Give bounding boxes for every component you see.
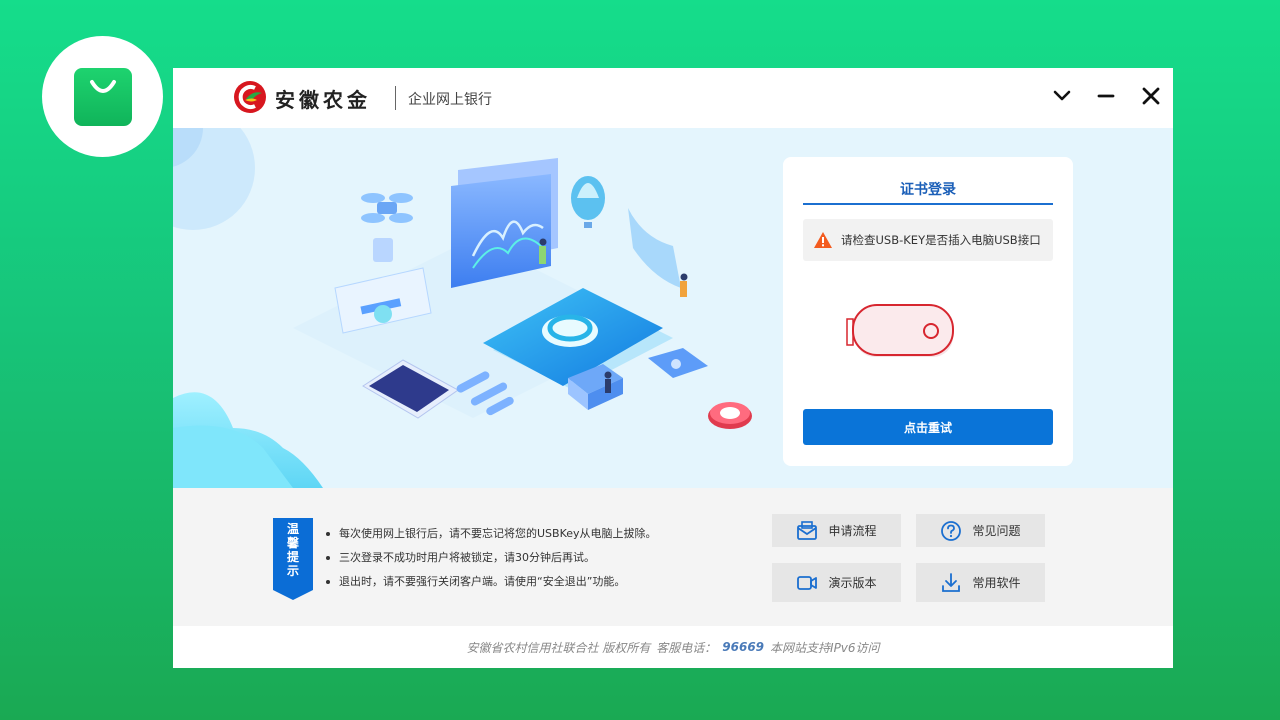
title-bar: 安徽农金 企业网上银行 bbox=[173, 68, 1173, 128]
collapse-button[interactable] bbox=[1047, 81, 1077, 111]
tips-panel: 温 馨 提 示 每次使用网上银行后，请不要忘记将您的USBKey从电脑上拔除。 … bbox=[173, 488, 1173, 626]
common-software-button[interactable]: 常用软件 bbox=[916, 563, 1045, 602]
fintech-illustration bbox=[173, 128, 752, 488]
shopping-bag-icon bbox=[73, 67, 132, 126]
demo-version-label: 演示版本 bbox=[828, 576, 877, 590]
usb-key-icon bbox=[846, 304, 954, 357]
app-icon-badge[interactable] bbox=[42, 36, 163, 157]
tips-ribbon-label: 温 馨 提 示 bbox=[286, 522, 299, 578]
faq-label: 常见问题 bbox=[972, 524, 1021, 538]
service-phone-label: 客服电话： bbox=[656, 640, 717, 655]
login-card: 证书登录 请检查USB-KEY是否插入电脑USB接口 点击重试 bbox=[783, 157, 1073, 466]
apply-process-button[interactable]: 申请流程 bbox=[772, 514, 901, 547]
usb-warning-text: 请检查USB-KEY是否插入电脑USB接口 bbox=[841, 233, 1041, 247]
envelope-icon bbox=[797, 520, 818, 540]
usb-warning: 请检查USB-KEY是否插入电脑USB接口 bbox=[803, 219, 1053, 261]
demo-version-button[interactable]: 演示版本 bbox=[772, 563, 901, 602]
hero-panel: 证书登录 请检查USB-KEY是否插入电脑USB接口 点击重试 bbox=[173, 128, 1173, 488]
sub-brand: 企业网上银行 bbox=[408, 92, 492, 108]
tip-item: 每次使用网上银行后，请不要忘记将您的USBKey从电脑上拔除。 bbox=[325, 522, 657, 546]
common-software-label: 常用软件 bbox=[972, 576, 1021, 590]
footer: 安徽省农村信用社联合社 版权所有 客服电话： 96669 本网站支持IPv6访问 bbox=[173, 626, 1173, 668]
chevron-down-icon bbox=[1053, 90, 1071, 101]
bank-client-window: 安徽农金 企业网上银行 证书登录 请检查USB-KEY是否插入电脑USB接口 点… bbox=[173, 68, 1173, 668]
bank-logo-icon bbox=[234, 81, 266, 113]
ipv6-note: 本网站支持IPv6访问 bbox=[770, 640, 880, 655]
minimize-icon bbox=[1097, 94, 1115, 98]
close-icon bbox=[1142, 87, 1160, 105]
video-camera-icon bbox=[797, 575, 818, 590]
download-icon bbox=[942, 572, 961, 592]
tip-item: 三次登录不成功时用户将被锁定，请30分钟后再试。 bbox=[325, 546, 657, 570]
tab-certificate-login[interactable]: 证书登录 bbox=[803, 177, 1053, 205]
copyright-text: 安徽省农村信用社联合社 版权所有 bbox=[466, 640, 651, 655]
retry-button[interactable]: 点击重试 bbox=[803, 409, 1053, 445]
brand-name: 安徽农金 bbox=[275, 88, 371, 112]
brand-divider bbox=[395, 86, 396, 110]
faq-button[interactable]: 常见问题 bbox=[916, 514, 1045, 547]
apply-process-label: 申请流程 bbox=[828, 524, 877, 538]
warning-icon bbox=[814, 232, 832, 248]
tip-item: 退出时，请不要强行关闭客户端。请使用“安全退出”功能。 bbox=[325, 570, 657, 594]
tips-list: 每次使用网上银行后，请不要忘记将您的USBKey从电脑上拔除。 三次登录不成功时… bbox=[325, 522, 657, 594]
service-phone: 96669 bbox=[722, 640, 765, 654]
close-button[interactable] bbox=[1136, 81, 1166, 111]
question-circle-icon bbox=[941, 520, 962, 541]
minimize-button[interactable] bbox=[1091, 81, 1121, 111]
